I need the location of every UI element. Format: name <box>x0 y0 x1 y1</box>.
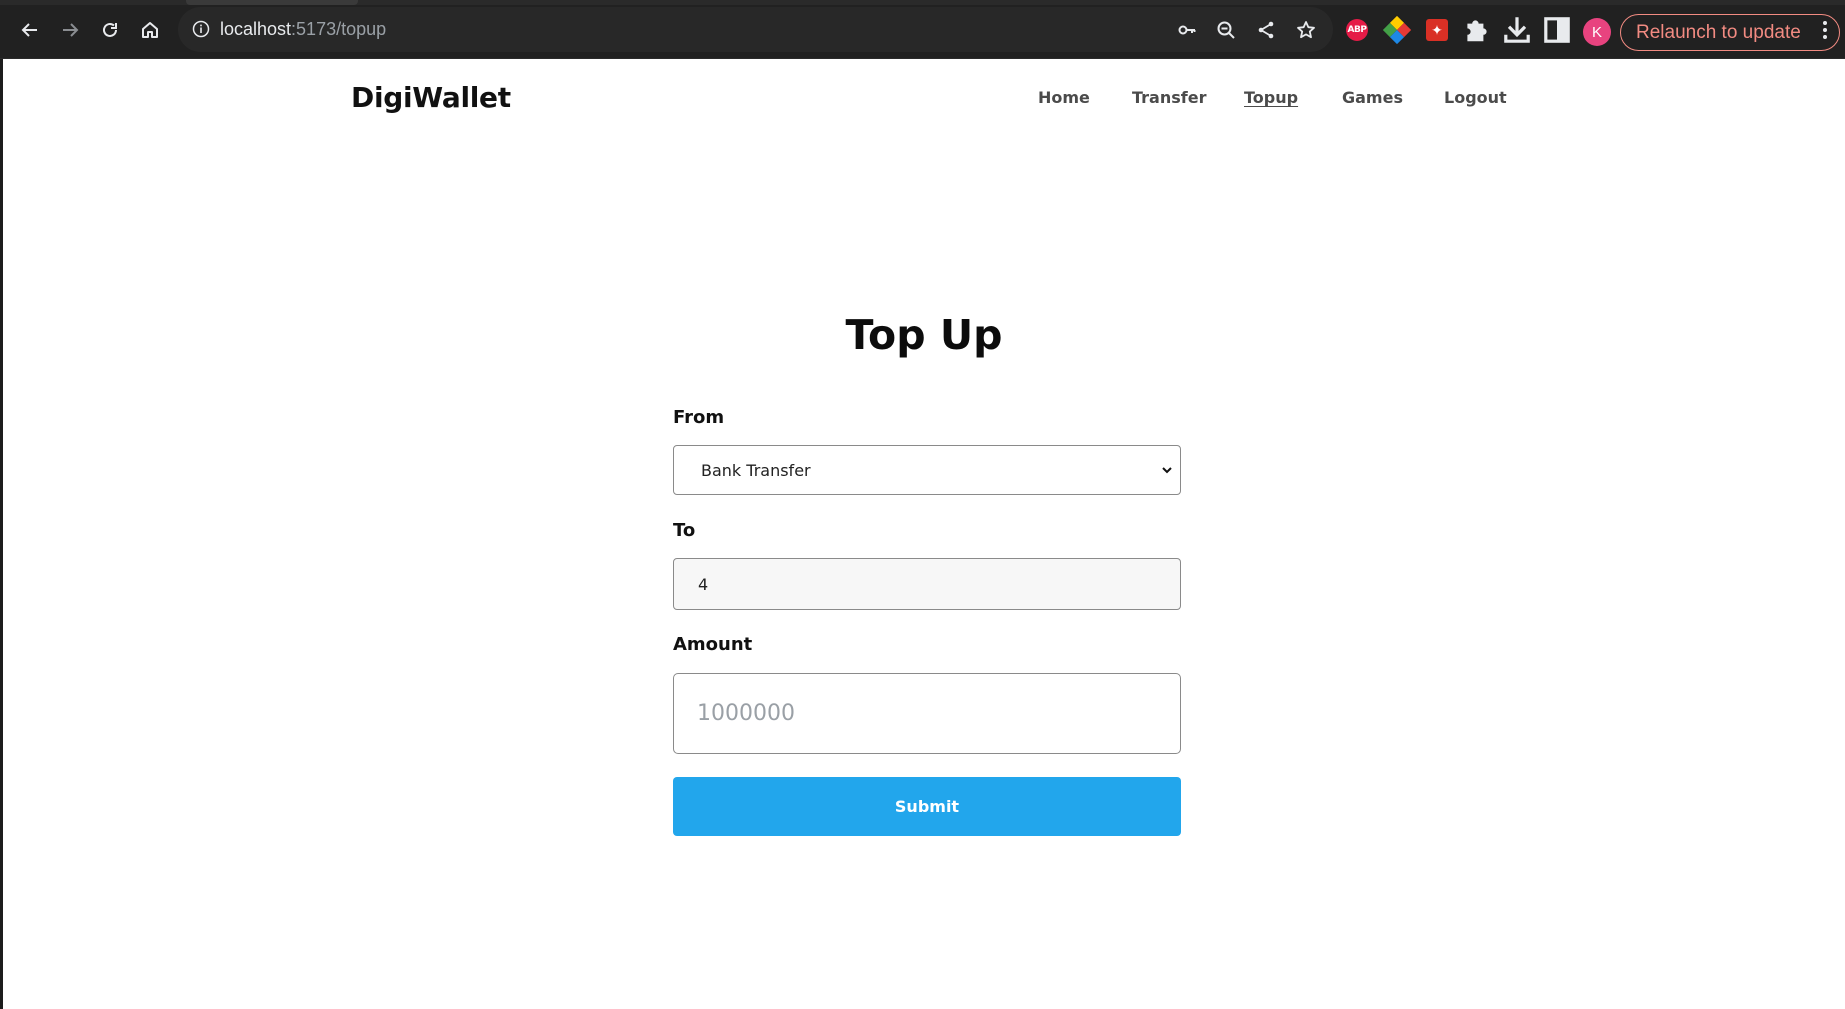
reload-icon[interactable] <box>94 14 126 46</box>
download-icon[interactable] <box>1501 14 1533 46</box>
url-text[interactable]: localhost:5173/topup <box>220 19 386 40</box>
key-icon[interactable] <box>1171 14 1203 46</box>
relaunch-button[interactable]: Relaunch to update <box>1620 14 1840 51</box>
zoom-out-icon[interactable] <box>1210 14 1242 46</box>
forward-icon[interactable] <box>54 14 86 46</box>
side-panel-icon[interactable] <box>1541 14 1573 46</box>
to-field[interactable]: 4 <box>673 558 1181 610</box>
browser-toolbar: localhost:5173/topup ABP ✦ K Relaunch to… <box>0 0 1845 59</box>
submit-button[interactable]: Submit <box>673 777 1181 836</box>
to-label: To <box>673 520 696 541</box>
amount-input[interactable] <box>673 673 1181 754</box>
to-field-value: 4 <box>698 574 709 594</box>
info-icon[interactable] <box>192 20 210 38</box>
profile-avatar[interactable]: K <box>1583 18 1611 46</box>
page-title: Top Up <box>845 311 1003 359</box>
adblock-icon[interactable]: ABP <box>1341 14 1373 46</box>
star-icon[interactable] <box>1290 14 1322 46</box>
nav-logout[interactable]: Logout <box>1444 88 1507 107</box>
nav-topup[interactable]: Topup <box>1244 88 1298 107</box>
page-content: DigiWallet Home Transfer Topup Games Log… <box>3 59 1845 1009</box>
address-bar[interactable]: localhost:5173/topup <box>178 7 1333 52</box>
nav-games[interactable]: Games <box>1342 88 1403 107</box>
tab-strip <box>0 0 1845 5</box>
abp-label: ABP <box>1346 19 1368 41</box>
color-extension-icon[interactable] <box>1381 14 1413 46</box>
from-select-value: Bank Transfer <box>701 460 811 480</box>
brand-logo[interactable]: DigiWallet <box>351 81 511 114</box>
kebab-menu-icon[interactable] <box>1823 21 1827 39</box>
nav-transfer[interactable]: Transfer <box>1132 88 1206 107</box>
relaunch-label: Relaunch to update <box>1636 21 1801 43</box>
puzzle-icon[interactable] <box>1461 14 1493 46</box>
chevron-down-icon <box>1162 467 1172 474</box>
amount-label: Amount <box>673 634 753 655</box>
from-select[interactable]: Bank Transfer <box>673 445 1181 495</box>
back-icon[interactable] <box>14 14 46 46</box>
active-tab[interactable] <box>186 0 358 5</box>
url-host: localhost <box>220 19 292 39</box>
share-icon[interactable] <box>1250 14 1282 46</box>
url-path: :5173/topup <box>291 19 387 39</box>
from-label: From <box>673 407 725 428</box>
nav-home[interactable]: Home <box>1038 88 1090 107</box>
red-extension-icon[interactable]: ✦ <box>1421 14 1453 46</box>
home-icon[interactable] <box>134 14 166 46</box>
